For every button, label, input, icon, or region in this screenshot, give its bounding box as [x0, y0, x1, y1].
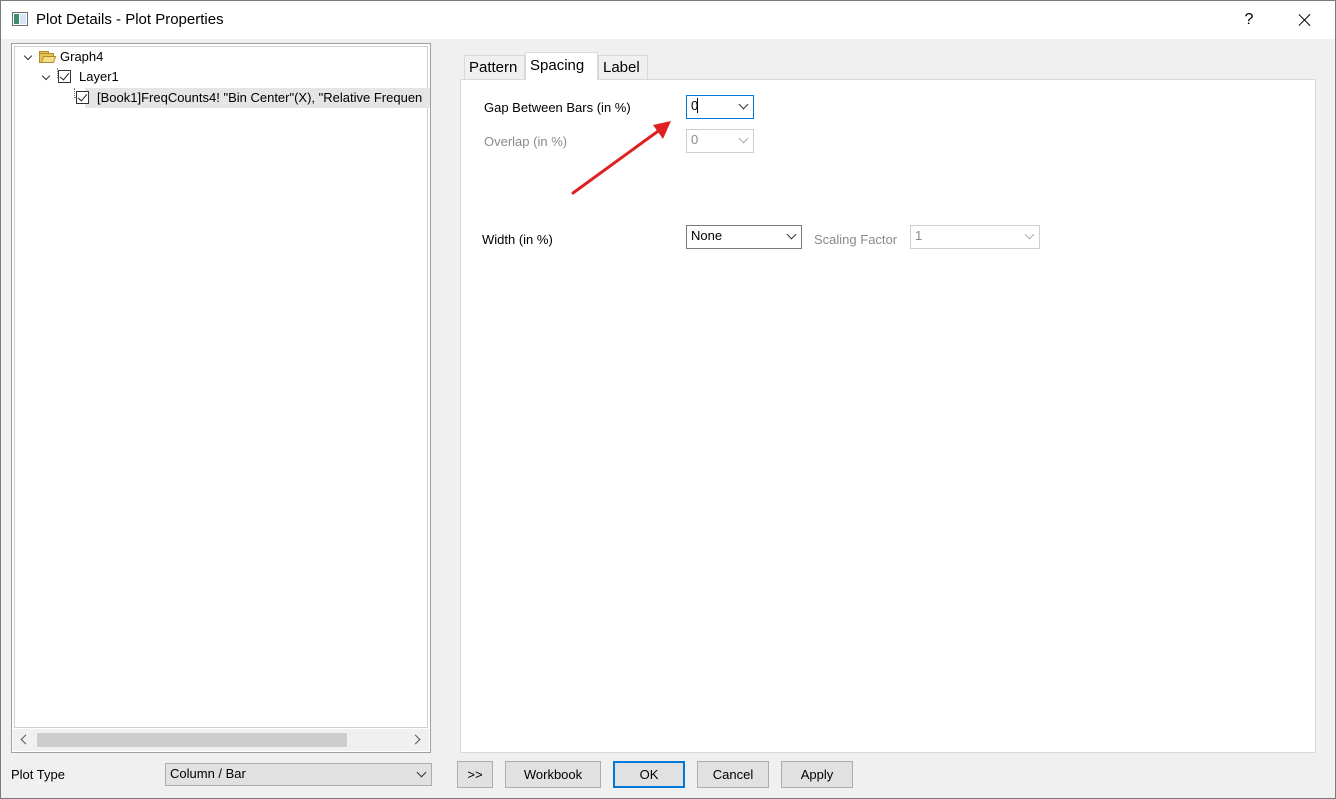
tree-border	[14, 46, 428, 728]
chevron-down-icon	[738, 133, 749, 144]
checkbox-icon[interactable]	[58, 70, 71, 83]
tab-spacing[interactable]: Spacing	[525, 52, 598, 80]
tree-item-label: [Book1]FreqCounts4! "Bin Center"(X), "Re…	[97, 90, 423, 105]
expand-chevron-icon[interactable]	[41, 73, 51, 83]
scroll-left-icon[interactable]	[13, 729, 35, 751]
tab-pattern[interactable]: Pattern	[464, 55, 525, 79]
plot-type-select[interactable]: Column / Bar	[165, 763, 432, 786]
tree-item-graph4[interactable]: Graph4	[20, 48, 420, 66]
tab-label[interactable]: Label	[598, 55, 648, 79]
overlap-label: Overlap (in %)	[484, 134, 568, 149]
apply-button[interactable]: Apply	[781, 761, 853, 788]
expand-chevron-icon[interactable]	[23, 53, 33, 63]
tree-item-label: Layer1	[79, 69, 119, 84]
text-caret	[697, 98, 698, 113]
cancel-button[interactable]: Cancel	[697, 761, 769, 788]
plot-tree[interactable]: Graph4 Layer1 [Book1]FreqCounts4! "Bin C…	[11, 43, 431, 753]
overlap-value: 0	[691, 132, 699, 147]
app-icon	[12, 12, 28, 26]
plot-type-label: Plot Type	[11, 767, 65, 782]
window-title: Plot Details - Plot Properties	[36, 11, 224, 28]
scroll-right-icon[interactable]	[407, 729, 429, 751]
width-value: None	[691, 228, 723, 243]
plot-details-window: Plot Details - Plot Properties ? Graph4 …	[0, 0, 1336, 799]
expand-button[interactable]: >>	[457, 761, 493, 788]
checkbox-icon[interactable]	[76, 91, 89, 104]
scaling-factor-label: Scaling Factor	[814, 232, 898, 247]
title-bar: Plot Details - Plot Properties ?	[1, 1, 1335, 39]
scroll-thumb[interactable]	[37, 733, 347, 747]
chevron-down-icon	[1024, 229, 1035, 240]
close-icon[interactable]	[1293, 9, 1317, 31]
width-label: Width (in %)	[482, 232, 553, 247]
workbook-button[interactable]: Workbook	[505, 761, 601, 788]
ok-button[interactable]: OK	[613, 761, 685, 788]
tree-item-layer1[interactable]: Layer1	[38, 68, 418, 86]
overlap-select: 0	[686, 129, 754, 153]
tree-item-dataplot[interactable]: [Book1]FreqCounts4! "Bin Center"(X), "Re…	[76, 89, 426, 107]
chevron-down-icon	[786, 229, 797, 240]
plot-type-value: Column / Bar	[170, 766, 246, 781]
scaling-factor-value: 1	[915, 228, 923, 243]
folder-icon	[39, 51, 57, 63]
width-select[interactable]: None	[686, 225, 802, 249]
tree-item-label: Graph4	[60, 49, 104, 64]
chevron-down-icon	[416, 767, 427, 778]
help-icon[interactable]: ?	[1239, 9, 1259, 31]
chevron-down-icon	[738, 99, 749, 110]
tree-horizontal-scrollbar[interactable]	[13, 729, 429, 751]
annotation-arrow-icon	[571, 121, 671, 195]
scaling-factor-select: 1	[910, 225, 1040, 249]
